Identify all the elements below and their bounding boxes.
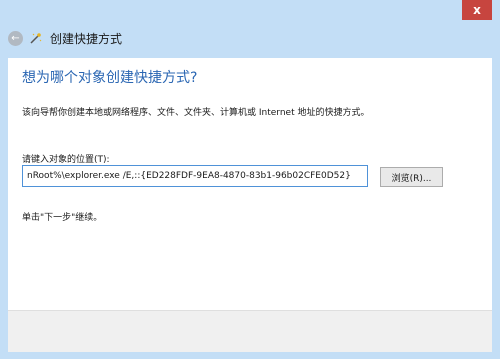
next-hint-text: 单击"下一步"继续。 [22,213,103,223]
window-bottom-border [0,352,500,359]
wizard-content: 想为哪个对象创建快捷方式? 该向导帮你创建本地或网络程序、文件、文件夹、计算机或… [8,58,492,310]
back-arrow-icon[interactable]: ← [8,31,23,46]
location-label: 请键入对象的位置(T): [22,155,110,165]
shortcut-wizard-icon [30,33,42,44]
description-text: 该向导帮你创建本地或网络程序、文件、文件夹、计算机或 Internet 地址的快… [22,108,370,118]
location-input[interactable] [22,165,368,187]
page-heading: 想为哪个对象创建快捷方式? [22,70,198,86]
title-bar[interactable]: x ← 创建快捷方式 [0,0,500,58]
close-button[interactable]: x [462,0,492,20]
browse-button[interactable]: 浏览(R)... [380,167,443,187]
dialog-window: x ← 创建快捷方式 想为哪个对象创建快捷方式? 该向导帮你创建本地或网络程序、… [0,0,500,359]
footer-bar [8,310,492,352]
window-title: 创建快捷方式 [50,32,123,46]
